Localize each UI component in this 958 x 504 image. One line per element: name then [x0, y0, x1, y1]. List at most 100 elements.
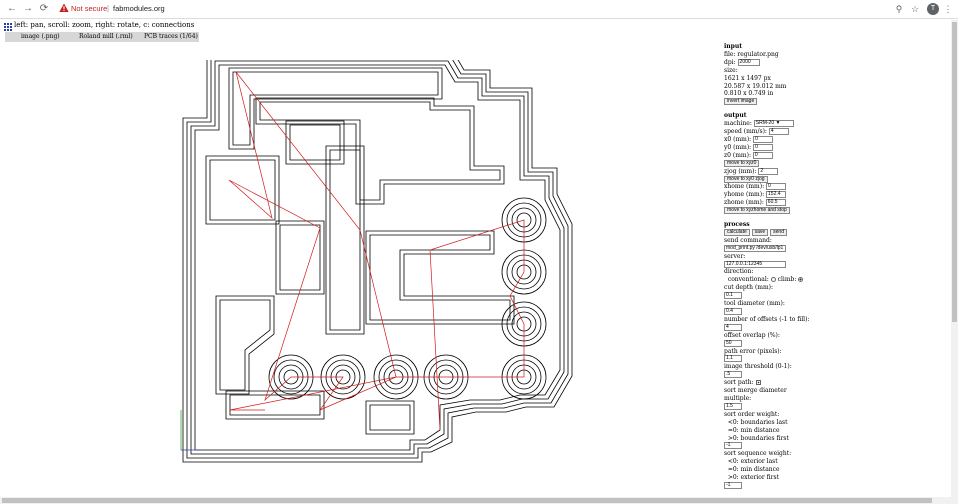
warning-icon[interactable] — [59, 3, 69, 13]
send-command-label: send command: — [724, 236, 772, 244]
controls-hint: left: pan, scroll: zoom, right: rotate, … — [14, 21, 195, 29]
address-bar[interactable]: fabmodules.org — [113, 4, 165, 13]
pad-outlines — [268, 197, 547, 400]
overlap-input[interactable]: 50 — [724, 339, 742, 347]
sort-path-checkbox[interactable] — [755, 380, 761, 386]
tool-diameter-input[interactable]: 0.4 — [724, 308, 742, 315]
toolpath-group — [182, 60, 573, 463]
star-icon[interactable]: ☆ — [909, 3, 921, 15]
threshold-label: image threshold (0-1): — [724, 363, 792, 371]
move-home-button[interactable]: move to xyzhome and stop — [724, 207, 790, 215]
x0-label: x0 (mm): — [724, 135, 752, 143]
process-heading: process — [724, 221, 750, 229]
fabmodules-logo[interactable] — [3, 22, 12, 31]
horizontal-scrollbar[interactable] — [0, 497, 951, 504]
order-label: sort order weight: — [724, 410, 780, 418]
dpi-input[interactable]: 2000 — [737, 58, 760, 66]
reload-icon[interactable]: ⟳ — [38, 3, 50, 15]
sequence-input[interactable]: -1 — [724, 481, 742, 489]
size-in: 0.810 x 0.749 in — [724, 90, 774, 98]
zjog-input[interactable]: 2 — [758, 167, 779, 175]
xhome-input[interactable]: 0 — [766, 183, 787, 191]
z0-input[interactable]: 0 — [752, 151, 773, 159]
tab-roland-mill[interactable]: Roland mill (.rml) — [79, 33, 133, 40]
security-status[interactable]: Not secure — [71, 4, 107, 13]
size-px: 1621 x 1497 px — [724, 74, 771, 82]
page-content: left: pan, scroll: zoom, right: rotate, … — [0, 20, 958, 504]
speed-label: speed (mm/s): — [724, 128, 767, 136]
size-mm: 20.587 x 19.012 mm — [724, 82, 787, 90]
z0-label: z0 (mm): — [724, 151, 751, 159]
order-gt-text: >0: boundaries first — [727, 434, 789, 442]
axis-indicator — [180, 410, 200, 451]
search-icon[interactable]: ⚲ — [893, 3, 905, 15]
back-icon[interactable]: ← — [6, 3, 18, 15]
file-name: file: regulator.png — [724, 50, 779, 58]
vertical-scrollbar[interactable] — [951, 20, 958, 504]
address-separator: | — [107, 4, 110, 13]
speed-input[interactable]: 4 — [768, 128, 789, 136]
merge-label: sort merge diameter multiple: — [724, 387, 787, 402]
module-tabs: image (.png) Roland mill (.rml) PCB trac… — [5, 32, 199, 42]
yhome-label: yhome (mm): — [724, 191, 765, 199]
order-lt-text: <0: boundaries last — [727, 418, 788, 426]
size-label: size: — [724, 66, 738, 74]
cut-depth-input[interactable]: 0.1 — [724, 292, 742, 300]
path-error-label: path error (pixels): — [724, 347, 782, 355]
overlap-label: offset overlap (%): — [724, 331, 780, 339]
move-xy0-button[interactable]: move to xy0 zjog — [724, 175, 768, 183]
seq-gt-text: >0: exterior first — [727, 474, 780, 482]
order-input[interactable]: -1 — [724, 442, 742, 450]
calculate-button[interactable]: calculate — [724, 228, 750, 236]
y0-label: y0 (mm): — [724, 143, 752, 151]
x0-input[interactable]: 0 — [753, 135, 774, 143]
threshold-input[interactable]: .5 — [724, 371, 742, 379]
vertical-scroll-thumb[interactable] — [952, 22, 957, 322]
machine-select[interactable]: SRM-20 ▼ — [753, 120, 794, 128]
seq-eq-text: =0: min distance — [727, 466, 780, 474]
machine-label: machine: — [724, 120, 752, 128]
y0-input[interactable]: 0 — [753, 143, 774, 151]
order-eq-text: =0: min distance — [727, 426, 780, 434]
outer-boundary-paths — [182, 60, 573, 463]
menu-icon[interactable]: ⋮ — [942, 3, 954, 15]
profile-icon[interactable]: T — [927, 3, 939, 15]
yhome-input[interactable]: 152.4 — [766, 191, 787, 199]
server-input[interactable]: 127.0.0.1:12345 — [724, 260, 786, 268]
browser-toolbar: ← → ⟳ Not secure | fabmodules.org ⚲ ☆ T … — [0, 0, 958, 19]
offsets-input[interactable]: 4 — [724, 323, 742, 331]
connection-lines — [228, 71, 525, 431]
conventional-label: conventional: — [727, 276, 769, 284]
move-xyz0-button[interactable]: move to xyz0 — [724, 159, 760, 167]
dpi-label: dpi: — [724, 58, 736, 66]
offsets-label: number of offsets (-1 to fill): — [724, 315, 810, 323]
climb-label: climb: — [777, 276, 797, 284]
forward-icon[interactable]: → — [22, 3, 34, 15]
tool-diameter-label: tool diameter (mm): — [724, 300, 785, 308]
send-command-input[interactable]: mod_print.py /dev/usb/lp1 — [724, 244, 786, 252]
invert-image-button[interactable]: invert image — [724, 98, 758, 106]
zhome-label: zhome (mm): — [724, 199, 764, 207]
sort-path-label: sort path: — [724, 379, 754, 387]
horizontal-scroll-thumb[interactable] — [2, 498, 932, 503]
merge-input[interactable]: 1.5 — [724, 402, 742, 410]
tab-pcb-traces[interactable]: PCB traces (1/64) — [144, 33, 198, 40]
sequence-label: sort sequence weight: — [724, 450, 792, 458]
input-heading: input — [724, 43, 742, 50]
zhome-input[interactable]: 60.5 — [765, 199, 786, 207]
tab-image[interactable]: image (.png) — [21, 33, 60, 40]
conventional-radio[interactable] — [770, 277, 776, 283]
toolpath-view[interactable] — [176, 60, 596, 495]
settings-panel: input file: regulator.png dpi: 2000 size… — [724, 43, 814, 490]
path-error-input[interactable]: 1.1 — [724, 355, 742, 363]
send-button[interactable]: send — [770, 228, 787, 236]
xhome-label: xhome (mm): — [724, 183, 765, 191]
climb-radio[interactable] — [798, 277, 804, 283]
zjog-label: zjog (mm): — [724, 167, 757, 175]
server-label: server: — [724, 252, 746, 260]
cut-depth-label: cut depth (mm): — [724, 284, 774, 292]
seq-lt-text: <0: exterior last — [727, 458, 778, 466]
save-button[interactable]: save — [751, 228, 769, 236]
direction-label: direction: — [724, 268, 754, 276]
output-heading: output — [724, 112, 747, 120]
